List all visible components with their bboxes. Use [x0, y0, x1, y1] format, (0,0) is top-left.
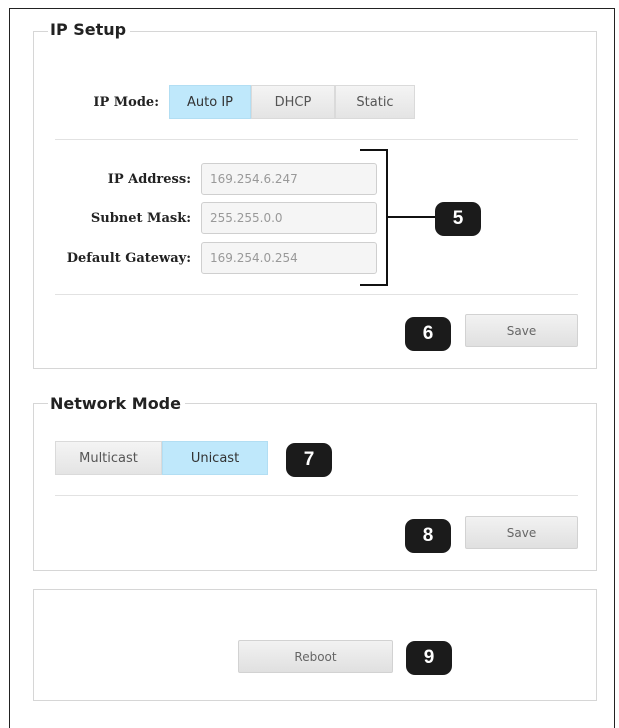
divider [55, 139, 578, 140]
network-mode-multicast[interactable]: Multicast [55, 441, 162, 475]
network-mode-unicast[interactable]: Unicast [162, 441, 268, 475]
callout-badge-7: 7 [286, 443, 332, 477]
callout-badge-6: 6 [405, 317, 451, 351]
ip-save-button[interactable]: Save [465, 314, 578, 347]
callout-badge-8: 8 [405, 519, 451, 553]
bracket-pointer [388, 216, 436, 218]
callout-badge-5: 5 [435, 202, 481, 236]
subnet-mask-field[interactable]: 255.255.0.0 [201, 202, 377, 234]
reboot-button[interactable]: Reboot [238, 640, 393, 673]
ip-mode-auto-ip[interactable]: Auto IP [169, 85, 251, 119]
settings-panel: IP Setup IP Mode: Auto IP DHCP Static IP… [9, 8, 615, 728]
ip-address-label: IP Address: [107, 172, 191, 187]
divider [55, 495, 578, 496]
callout-badge-9: 9 [406, 641, 452, 675]
ip-address-field[interactable]: 169.254.6.247 [201, 163, 377, 195]
ip-mode-label: IP Mode: [93, 95, 159, 110]
ip-setup-title: IP Setup [48, 20, 131, 39]
ip-mode-static[interactable]: Static [335, 85, 415, 119]
divider [55, 294, 578, 295]
fields-bracket [360, 149, 388, 286]
default-gateway-field[interactable]: 169.254.0.254 [201, 242, 377, 274]
ip-mode-dhcp[interactable]: DHCP [251, 85, 335, 119]
network-save-button[interactable]: Save [465, 516, 578, 549]
subnet-mask-label: Subnet Mask: [90, 211, 191, 226]
network-mode-title: Network Mode [48, 394, 185, 413]
default-gateway-label: Default Gateway: [66, 251, 191, 266]
